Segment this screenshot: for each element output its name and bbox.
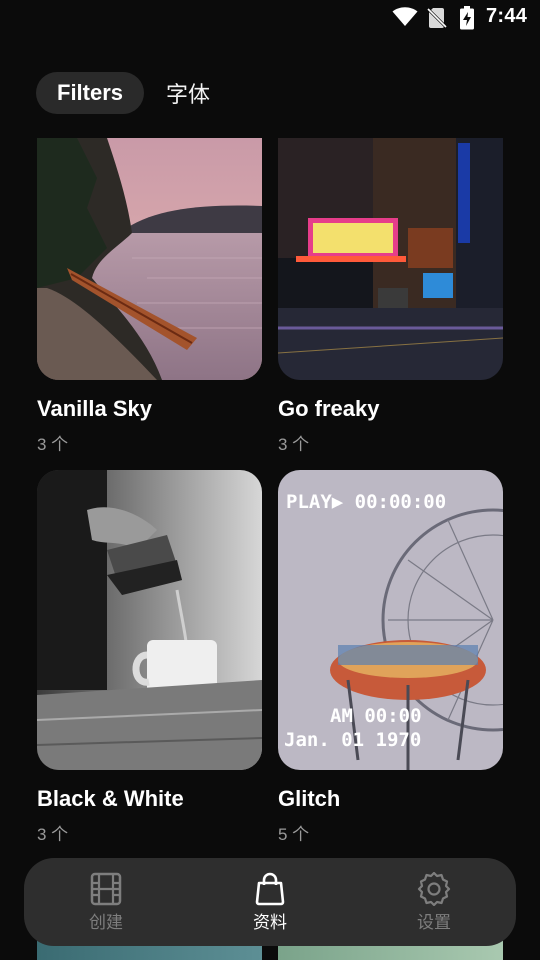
- status-bar: 7:44: [0, 0, 540, 36]
- filter-card-glitch[interactable]: PLAY▶ 00:00:00 AM 00:00 Jan. 01 1970 Gli…: [278, 470, 503, 845]
- filter-count: 3 个: [37, 435, 69, 454]
- nav-library-label: 资料: [253, 912, 287, 933]
- filter-count: 3 个: [37, 825, 69, 844]
- filter-title: Go freaky: [278, 396, 380, 421]
- wifi-icon: [392, 7, 418, 26]
- glitch-overlay-play: PLAY▶ 00:00:00: [286, 491, 446, 513]
- filter-thumbnail: [278, 138, 503, 380]
- filter-thumbnail: [37, 470, 262, 770]
- filter-thumbnail: PLAY▶ 00:00:00 AM 00:00 Jan. 01 1970: [278, 470, 503, 770]
- gear-icon: [417, 871, 451, 906]
- nav-settings[interactable]: 设置: [352, 858, 516, 946]
- nav-library[interactable]: 资料: [188, 858, 352, 946]
- glitch-overlay-date: Jan. 01 1970: [284, 729, 421, 751]
- filter-title: Black & White: [37, 786, 184, 811]
- tab-filters[interactable]: Filters: [36, 72, 145, 114]
- filter-title: Glitch: [278, 786, 341, 811]
- filter-thumbnail: [37, 138, 262, 380]
- filter-count: 3 个: [278, 435, 310, 454]
- nav-create[interactable]: 创建: [24, 858, 188, 946]
- filter-title: Vanilla Sky: [37, 396, 152, 421]
- filter-card-go-freaky[interactable]: Go freaky 3 个: [278, 138, 503, 455]
- glitch-overlay-time: AM 00:00: [330, 705, 422, 727]
- tab-fonts[interactable]: 字体: [144, 72, 232, 114]
- film-icon: [90, 872, 122, 905]
- filter-card-vanilla-sky[interactable]: Vanilla Sky 3 个: [37, 138, 262, 455]
- nav-settings-label: 设置: [417, 912, 451, 933]
- shopping-bag-icon: [255, 872, 285, 905]
- battery-charging-icon: [460, 6, 474, 30]
- filter-card-black-white[interactable]: Black & White 3 个: [37, 470, 262, 845]
- nav-create-label: 创建: [89, 912, 123, 933]
- status-time: 7:44: [486, 5, 528, 27]
- filter-count: 5 个: [278, 825, 310, 844]
- no-sim-icon: [427, 7, 447, 29]
- category-tabs: Filters 字体: [36, 72, 232, 114]
- bottom-nav: 创建 资料 设置: [24, 858, 516, 946]
